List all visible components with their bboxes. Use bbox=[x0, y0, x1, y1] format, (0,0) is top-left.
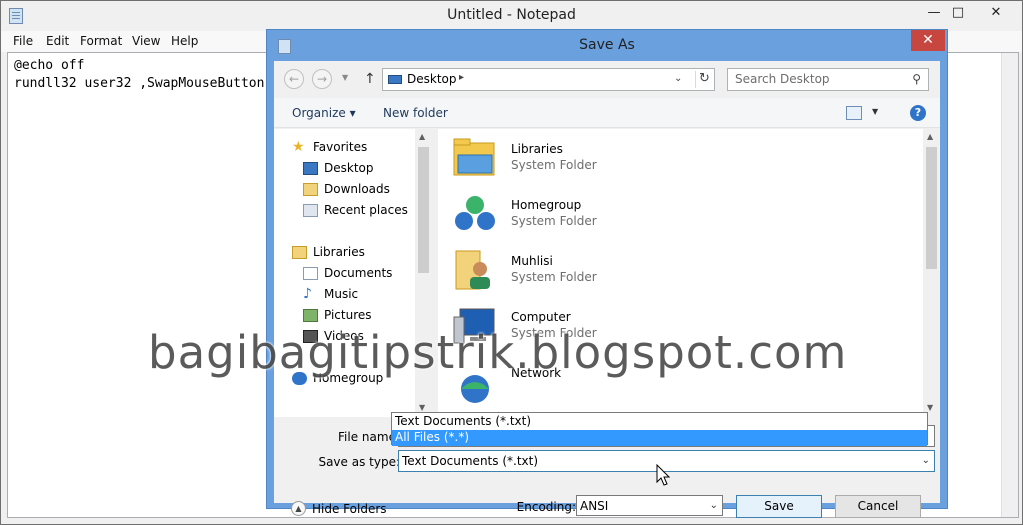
scroll-down-icon[interactable]: ▼ bbox=[419, 403, 425, 412]
organize-button[interactable]: Organize ▾ bbox=[292, 106, 356, 120]
change-view-icon[interactable] bbox=[846, 106, 862, 120]
chevron-down-icon[interactable]: ⌄ bbox=[922, 455, 930, 466]
menu-help[interactable]: Help bbox=[171, 34, 198, 48]
recent-places-icon bbox=[303, 204, 318, 217]
save-as-type-label: Save as type: bbox=[318, 455, 400, 469]
notepad-titlebar: Untitled - Notepad — □ ✕ bbox=[1, 1, 1022, 31]
menu-edit[interactable]: Edit bbox=[46, 34, 69, 48]
file-type: System Folder bbox=[511, 270, 597, 284]
save-as-type-dropdown-list: Text Documents (*.txt) All Files (*.*) bbox=[391, 412, 928, 446]
scroll-up-icon[interactable]: ▲ bbox=[927, 132, 933, 141]
user-folder-icon bbox=[455, 250, 490, 290]
file-list-scrollbar[interactable]: ▲ ▼ bbox=[923, 129, 940, 417]
forward-arrow-icon: → bbox=[316, 72, 328, 86]
file-type: System Folder bbox=[511, 214, 597, 228]
up-arrow-icon[interactable]: ↑ bbox=[364, 71, 376, 87]
mouse-cursor-icon bbox=[656, 464, 670, 486]
search-input[interactable]: Search Desktop ⚲ bbox=[727, 68, 929, 91]
search-placeholder: Search Desktop bbox=[735, 72, 830, 86]
encoding-select[interactable]: ANSI ⌄ bbox=[576, 495, 723, 516]
content-line: rundll32 user32 ,SwapMouseButton bbox=[14, 76, 265, 91]
file-name: Muhlisi bbox=[511, 254, 553, 268]
list-item[interactable]: Muhlisi System Folder bbox=[452, 245, 752, 297]
scroll-down-icon[interactable]: ▼ bbox=[927, 403, 933, 412]
nav-pictures-label: Pictures bbox=[324, 308, 372, 322]
encoding-value: ANSI bbox=[580, 499, 609, 513]
scrollbar-thumb[interactable] bbox=[926, 147, 937, 269]
help-icon[interactable]: ? bbox=[910, 105, 926, 121]
close-button[interactable]: ✕ bbox=[985, 5, 1007, 23]
new-folder-button[interactable]: New folder bbox=[383, 106, 448, 120]
dialog-close-button[interactable]: ✕ bbox=[911, 30, 945, 51]
dialog-title: Save As bbox=[579, 37, 635, 53]
address-dropdown-icon[interactable]: ⌄ bbox=[674, 73, 682, 84]
file-name: Homegroup bbox=[511, 198, 582, 212]
file-name: Computer bbox=[511, 310, 571, 324]
view-options-dropdown-icon[interactable]: ▼ bbox=[872, 107, 878, 116]
watermark: bagibagitipstrik.blogspot.com bbox=[148, 326, 848, 379]
chevron-up-icon: ▲ bbox=[291, 501, 306, 516]
menu-format[interactable]: Format bbox=[80, 34, 122, 48]
notepad-title: Untitled - Notepad bbox=[447, 7, 576, 23]
recent-locations-dropdown-icon[interactable]: ▼ bbox=[342, 73, 348, 82]
libraries-folder-icon bbox=[453, 138, 495, 176]
desktop-icon bbox=[303, 162, 318, 175]
file-name-label: File name: bbox=[338, 430, 400, 444]
encoding-label: Encoding: bbox=[516, 500, 576, 514]
desktop-icon bbox=[388, 75, 402, 84]
notepad-vertical-scrollbar[interactable] bbox=[1001, 53, 1018, 517]
minimize-button[interactable]: — bbox=[923, 5, 945, 23]
nav-favorites-label: Favorites bbox=[313, 140, 368, 154]
breadcrumb-chevron-icon[interactable]: ▸ bbox=[459, 72, 464, 83]
file-name: Libraries bbox=[511, 142, 563, 156]
homegroup-icon bbox=[455, 196, 495, 230]
list-item[interactable]: Homegroup System Folder bbox=[452, 189, 752, 241]
hide-folders-label: Hide Folders bbox=[312, 502, 387, 516]
notepad-content[interactable]: @echo off rundll32 user32 ,SwapMouseButto… bbox=[14, 57, 264, 93]
file-type: System Folder bbox=[511, 158, 597, 172]
maximize-button[interactable]: □ bbox=[947, 5, 969, 23]
forward-button[interactable]: → bbox=[312, 69, 332, 89]
dropdown-option-highlighted[interactable]: All Files (*.*) bbox=[392, 430, 927, 446]
list-item[interactable]: Libraries System Folder bbox=[452, 133, 752, 185]
menu-view[interactable]: View bbox=[132, 34, 160, 48]
save-as-type-value: Text Documents (*.txt) bbox=[402, 454, 539, 468]
address-bar[interactable]: Desktop ▸ ⌄ ↻ bbox=[382, 68, 715, 91]
address-location[interactable]: Desktop bbox=[407, 72, 457, 86]
scrollbar-thumb[interactable] bbox=[418, 147, 429, 273]
documents-icon bbox=[303, 267, 318, 280]
nav-libraries-label: Libraries bbox=[313, 245, 365, 259]
cancel-button[interactable]: Cancel bbox=[835, 495, 921, 518]
scroll-up-icon[interactable]: ▲ bbox=[419, 132, 425, 141]
libraries-icon bbox=[292, 246, 307, 259]
nav-recent-places-label: Recent places bbox=[324, 203, 408, 217]
nav-music-label: Music bbox=[324, 287, 359, 301]
search-icon: ⚲ bbox=[912, 72, 921, 86]
content-line: @echo off bbox=[14, 58, 85, 73]
back-button[interactable]: ← bbox=[284, 69, 304, 89]
downloads-folder-icon bbox=[303, 183, 318, 196]
menu-file[interactable]: File bbox=[13, 34, 33, 48]
back-arrow-icon: ← bbox=[288, 72, 300, 86]
star-icon: ★ bbox=[292, 139, 305, 155]
nav-downloads-label: Downloads bbox=[324, 182, 390, 196]
pictures-icon bbox=[303, 309, 318, 322]
nav-desktop-label: Desktop bbox=[324, 161, 374, 175]
chevron-down-icon[interactable]: ⌄ bbox=[710, 500, 718, 511]
nav-documents-label: Documents bbox=[324, 266, 393, 280]
music-icon: ♪ bbox=[303, 286, 312, 302]
dialog-toolbar: Organize ▾ New folder ▼ ? bbox=[274, 98, 940, 128]
dropdown-option[interactable]: Text Documents (*.txt) bbox=[392, 414, 927, 430]
save-button[interactable]: Save bbox=[736, 495, 822, 518]
refresh-icon[interactable]: ↻ bbox=[695, 71, 713, 88]
